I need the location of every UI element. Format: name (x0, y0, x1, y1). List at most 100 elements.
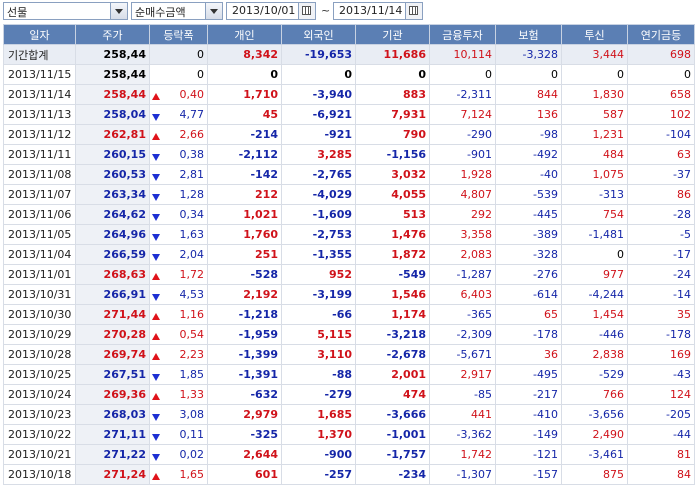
foreign-cell: 3,285 (281, 144, 356, 165)
column-header[interactable]: 등락폭 (149, 24, 208, 45)
column-header[interactable]: 일자 (3, 24, 76, 45)
table-row[interactable]: 2013/10/25 267,51 1,85 -1,391 -88 2,001 2,917-… (3, 364, 695, 385)
change-value: 1,72 (179, 267, 205, 281)
price-cell: 264,96 (75, 224, 150, 245)
change-value: 1,63 (179, 227, 205, 241)
table-row[interactable]: 2013/11/06 264,62 0,34 1,021 -1,609 513 292 -44… (3, 204, 695, 225)
price-cell: 270,28 (75, 324, 150, 345)
table-row[interactable]: 2013/10/28 269,74 2,23 -1,399 3,110 -2,678 -5,… (3, 344, 695, 365)
change-value: 1,28 (179, 187, 205, 201)
investor-trading-table: 일자 주가 등락폭 개인 외국인 기관 금융투자 보험 투신 연기금등 기간합계 258,44 0 8,… (3, 24, 695, 485)
table-row[interactable]: 2013/11/04 266,59 2,04 251 -1,355 1,872 2,083-… (3, 244, 695, 265)
column-header[interactable]: 외국인 (281, 24, 356, 45)
change-cell: 2,81 (149, 164, 208, 185)
calendar-icon[interactable] (405, 3, 422, 19)
table-row[interactable]: 2013/11/08 260,53 2,81 -142 -2,765 3,032 1,928… (3, 164, 695, 185)
table-row[interactable]: 2013/10/21 271,22 0,02 2,644 -900 -1,757 1,742… (3, 444, 695, 465)
table-row[interactable]: 2013/11/11 260,15 0,38 -2,112 3,285 -1,156 -90… (3, 144, 695, 165)
metric-select[interactable]: 순매수금액 (131, 2, 223, 20)
change-cell: 2,66 (149, 124, 208, 145)
change-cell: 3,08 (149, 404, 208, 425)
insurance-cell: -614 (495, 284, 562, 305)
insurance-cell: -149 (495, 424, 562, 445)
change-cell: 0,54 (149, 324, 208, 345)
table-row[interactable]: 2013/10/24 269,36 1,33 -632 -279 474 -85 -217 76… (3, 384, 695, 405)
institution-cell: 3,032 (355, 164, 430, 185)
trust-cell: 766 (561, 384, 628, 405)
pension-cell: -44 (627, 424, 695, 445)
foreign-cell: 1,370 (281, 424, 356, 445)
insurance-cell: -178 (495, 324, 562, 345)
foreign-cell: 952 (281, 264, 356, 285)
market-select-value: 선물 (7, 6, 28, 19)
fin-invest-cell: 2,083 (429, 244, 496, 265)
insurance-cell: -98 (495, 124, 562, 145)
column-header[interactable]: 기관 (355, 24, 430, 45)
column-header[interactable]: 금융투자 (429, 24, 496, 45)
column-header[interactable]: 보험 (495, 24, 562, 45)
trust-cell: -313 (561, 184, 628, 205)
change-value: 2,66 (179, 127, 205, 141)
table-row[interactable]: 2013/11/07 263,34 1,28 212 -4,029 4,055 4,807-… (3, 184, 695, 205)
foreign-cell: 0 (281, 64, 356, 85)
insurance-cell: -276 (495, 264, 562, 285)
date-cell: 2013/11/07 (3, 184, 76, 205)
price-cell: 264,62 (75, 204, 150, 225)
insurance-cell: -40 (495, 164, 562, 185)
change-value: 1,85 (179, 367, 205, 381)
individual-cell: -632 (207, 384, 282, 405)
institution-cell: -234 (355, 464, 430, 485)
pension-cell: 124 (627, 384, 695, 405)
arrow-up-icon (152, 392, 161, 402)
table-row[interactable]: 2013/10/22 271,11 0,11 -325 1,370 -1,001 -3,36… (3, 424, 695, 445)
table-row[interactable]: 2013/11/05 264,96 1,63 1,760 -2,753 1,476 3,35… (3, 224, 695, 245)
chevron-down-icon[interactable] (110, 3, 127, 19)
date-from-field[interactable]: 2013/10/01 (226, 2, 316, 20)
individual-cell: 8,342 (207, 44, 282, 65)
change-value: 0 (197, 48, 204, 61)
trust-cell: -446 (561, 324, 628, 345)
column-header[interactable]: 개인 (207, 24, 282, 45)
market-select[interactable]: 선물 (3, 2, 128, 20)
table-row[interactable]: 2013/11/01 268,63 1,72 -528 952 -549 -1,287 -27… (3, 264, 695, 285)
table-row[interactable]: 2013/11/15 258,44 0 0 0 0 0 0 0 0 (3, 64, 695, 85)
trust-cell: 875 (561, 464, 628, 485)
arrow-down-icon (152, 192, 161, 202)
individual-cell: -2,112 (207, 144, 282, 165)
individual-cell: 1,021 (207, 204, 282, 225)
total-row[interactable]: 기간합계 258,44 0 8,342 -19,653 11,686 10,114 -3,32… (3, 44, 695, 65)
table-row[interactable]: 2013/10/29 270,28 0,54 -1,959 5,115 -3,218 -2,… (3, 324, 695, 345)
table-row[interactable]: 2013/10/23 268,03 3,08 2,979 1,685 -3,666 441-… (3, 404, 695, 425)
price-cell: 268,63 (75, 264, 150, 285)
foreign-cell: -19,653 (281, 44, 356, 65)
institution-cell: -3,218 (355, 324, 430, 345)
insurance-cell: 65 (495, 304, 562, 325)
foreign-cell: -921 (281, 124, 356, 145)
date-to-field[interactable]: 2013/11/14 (333, 2, 423, 20)
change-cell: 1,63 (149, 224, 208, 245)
chevron-down-icon[interactable] (205, 3, 222, 19)
foreign-cell: -3,940 (281, 84, 356, 105)
table-row[interactable]: 2013/10/30 271,44 1,16 -1,218 -66 1,174 -365 65… (3, 304, 695, 325)
change-value: 0,02 (179, 447, 205, 461)
date-cell: 2013/11/15 (3, 64, 76, 85)
table-row[interactable]: 2013/10/31 266,91 4,53 2,192 -3,199 1,546 6,40… (3, 284, 695, 305)
trust-cell: 484 (561, 144, 628, 165)
column-header[interactable]: 연기금등 (627, 24, 695, 45)
table-row[interactable]: 2013/11/14 258,44 0,40 1,710 -3,940 883 -2,311… (3, 84, 695, 105)
change-value: 1,65 (179, 467, 205, 481)
pension-cell: 169 (627, 344, 695, 365)
institution-cell: 1,546 (355, 284, 430, 305)
institution-cell: -1,156 (355, 144, 430, 165)
institution-cell: 1,174 (355, 304, 430, 325)
arrow-up-icon (152, 312, 161, 322)
column-header[interactable]: 투신 (561, 24, 628, 45)
table-row[interactable]: 2013/11/12 262,81 2,66 -214 -921 790 -290 -98 1,… (3, 124, 695, 145)
change-value: 0,11 (179, 427, 205, 441)
table-row[interactable]: 2013/11/13 258,04 4,77 45 -6,921 7,931 7,124 13… (3, 104, 695, 125)
column-header[interactable]: 주가 (75, 24, 150, 45)
table-row[interactable]: 2013/10/18 271,24 1,65 601 -257 -234 -1,307 -15… (3, 464, 695, 485)
pension-cell: -5 (627, 224, 695, 245)
calendar-icon[interactable] (298, 3, 315, 19)
price-cell: 271,22 (75, 444, 150, 465)
